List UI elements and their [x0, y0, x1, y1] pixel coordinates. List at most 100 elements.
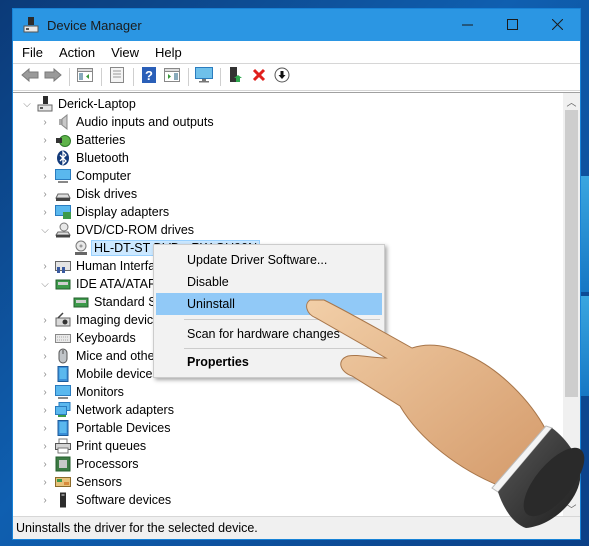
software-device-icon [55, 492, 71, 508]
dvd-drive-icon [55, 222, 71, 238]
monitor-icon [55, 384, 71, 400]
mobile-device-icon [55, 366, 71, 382]
tree-item-batteries[interactable]: › Batteries [17, 131, 269, 149]
vertical-scrollbar[interactable]: ︿ ﹀ [563, 93, 580, 517]
tree-item-label: Print queues [76, 439, 147, 453]
network-adapter-icon [55, 402, 71, 418]
tree-item-computer[interactable]: › Computer [17, 167, 269, 185]
chevron-right-icon[interactable]: › [39, 188, 51, 200]
tree-item-label: Computer [76, 169, 131, 183]
minimize-button[interactable] [445, 9, 490, 41]
menu-item-label: Update Driver Software... [187, 253, 328, 267]
tree-item-label: Software devices [76, 493, 172, 507]
update-driver-icon [229, 66, 243, 88]
properties-button[interactable] [106, 66, 128, 87]
scrollbar-thumb[interactable] [565, 110, 578, 397]
chevron-right-icon[interactable]: › [39, 494, 51, 506]
chevron-right-icon[interactable]: › [39, 260, 51, 272]
scroll-up-button[interactable]: ︿ [563, 93, 580, 110]
menu-item-uninstall[interactable]: Uninstall [156, 293, 382, 315]
chevron-right-icon[interactable]: › [39, 116, 51, 128]
chevron-right-icon[interactable]: › [39, 476, 51, 488]
action-pane-button[interactable] [161, 67, 183, 87]
chevron-right-icon[interactable]: › [39, 368, 51, 380]
computer-tower-icon [37, 96, 53, 112]
chevron-right-icon[interactable]: › [39, 314, 51, 326]
scan-hardware-button[interactable] [193, 66, 215, 87]
tree-item-monitors[interactable]: › Monitors [17, 383, 269, 401]
menu-separator [184, 348, 380, 349]
chevron-right-icon[interactable]: › [39, 206, 51, 218]
tree-item-software[interactable]: › Software devices [17, 491, 269, 509]
tree-item-portable[interactable]: › Portable Devices [17, 419, 269, 437]
update-driver-button[interactable] [225, 66, 247, 88]
chevron-right-icon[interactable]: › [39, 440, 51, 452]
status-text: Uninstalls the driver for the selected d… [16, 521, 258, 535]
menu-action[interactable]: Action [51, 45, 103, 60]
chevron-down-icon[interactable]: ⌵ [21, 98, 33, 110]
close-button[interactable] [535, 9, 580, 41]
menu-item-properties[interactable]: Properties [156, 351, 382, 373]
chevron-right-icon[interactable]: › [39, 170, 51, 182]
uninstall-button[interactable] [248, 67, 270, 87]
menu-item-scan-hardware[interactable]: Scan for hardware changes [156, 323, 382, 345]
svg-text:?: ? [145, 68, 153, 83]
tree-item-dvd-drives[interactable]: ⌵ DVD/CD-ROM drives [17, 221, 269, 239]
maximize-button[interactable] [490, 9, 535, 41]
console-tree-icon [77, 67, 93, 87]
tree-item-label: Mobile devices [76, 367, 159, 381]
ide-controller-icon [55, 276, 71, 292]
mouse-icon [55, 348, 71, 364]
tree-root[interactable]: ⌵ Derick-Laptop [17, 95, 269, 113]
toolbar: ? [13, 64, 580, 91]
tree-item-sensors[interactable]: › Sensors [17, 473, 269, 491]
chevron-right-icon[interactable]: › [39, 404, 51, 416]
down-arrow-circle-icon [274, 67, 290, 88]
forward-button[interactable] [42, 67, 64, 87]
action-pane-icon [164, 67, 180, 87]
help-button[interactable]: ? [138, 66, 160, 87]
tree-item-label: Monitors [76, 385, 124, 399]
tree-item-display-adapters[interactable]: › Display adapters [17, 203, 269, 221]
tree-item-disk-drives[interactable]: › Disk drives [17, 185, 269, 203]
title-bar[interactable]: Device Manager [13, 9, 580, 41]
chevron-down-icon[interactable]: ⌵ [39, 224, 51, 236]
scroll-down-button[interactable]: ﹀ [563, 500, 580, 517]
display-adapter-icon [55, 204, 71, 220]
red-x-icon [252, 68, 266, 87]
menu-item-label: Disable [187, 275, 229, 289]
disk-drive-icon [55, 186, 71, 202]
toolbar-separator [69, 68, 70, 86]
tree-item-processors[interactable]: › Processors [17, 455, 269, 473]
tree-item-bluetooth[interactable]: › Bluetooth [17, 149, 269, 167]
tree-root-label: Derick-Laptop [58, 97, 136, 111]
chevron-right-icon[interactable]: › [39, 350, 51, 362]
tree-item-print-queues[interactable]: › Print queues [17, 437, 269, 455]
tree-item-label: Batteries [76, 133, 126, 147]
back-button[interactable] [19, 67, 41, 87]
camera-icon [55, 312, 71, 328]
back-arrow-icon [21, 67, 39, 87]
menu-file[interactable]: File [13, 45, 51, 60]
chevron-right-icon[interactable]: › [39, 134, 51, 146]
menu-item-label: Properties [187, 355, 249, 369]
menu-view[interactable]: View [103, 45, 147, 60]
chevron-right-icon[interactable]: › [39, 386, 51, 398]
disable-button[interactable] [271, 67, 293, 87]
chevron-right-icon[interactable]: › [39, 152, 51, 164]
menu-help[interactable]: Help [147, 45, 190, 60]
menu-separator [184, 319, 380, 320]
chevron-down-icon[interactable]: ⌵ [39, 278, 51, 290]
tree-item-audio[interactable]: › Audio inputs and outputs [17, 113, 269, 131]
menu-item-update-driver[interactable]: Update Driver Software... [156, 249, 382, 271]
chevron-right-icon[interactable]: › [39, 332, 51, 344]
chevron-right-icon[interactable]: › [39, 422, 51, 434]
tree-item-label: Portable Devices [76, 421, 171, 435]
bluetooth-icon [55, 150, 71, 166]
tree-item-network[interactable]: › Network adapters [17, 401, 269, 419]
chevron-right-icon[interactable]: › [39, 458, 51, 470]
console-tree-button[interactable] [74, 67, 96, 87]
menu-item-disable[interactable]: Disable [156, 271, 382, 293]
